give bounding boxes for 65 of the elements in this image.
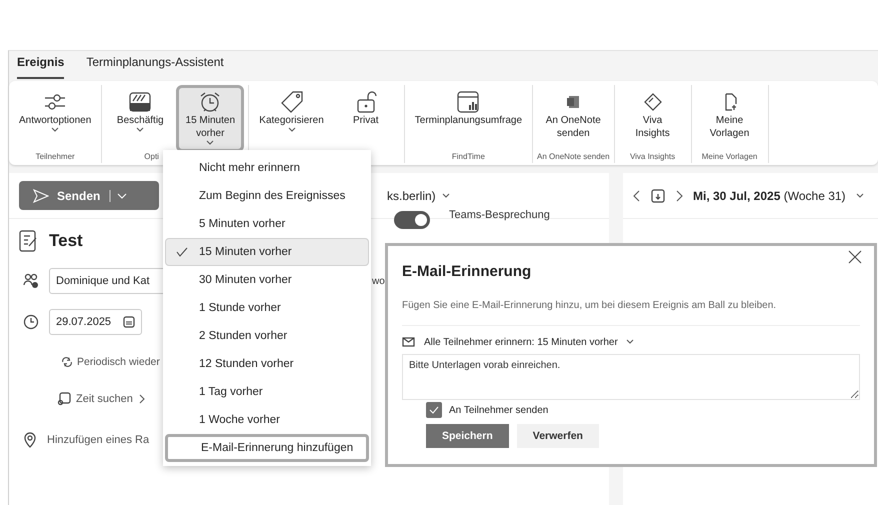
menu-item[interactable]: 12 Stunden vorher	[165, 350, 369, 378]
group-label: Teilnehmer	[36, 152, 75, 163]
discard-button[interactable]: Verwerfen	[516, 424, 599, 448]
menu-item[interactable]: 1 Stunde vorher	[165, 294, 369, 322]
previous-icon[interactable]	[633, 190, 641, 202]
mail-icon	[402, 336, 416, 348]
checkbox-label: An Teilnehmer senden	[449, 404, 548, 416]
caret-icon	[626, 339, 634, 345]
calendar-chart-icon	[455, 90, 482, 114]
ribbon-button[interactable]: 15 Minuten vorher	[176, 85, 244, 152]
toggle[interactable]	[394, 211, 430, 229]
location-field[interactable]: Hinzufügen eines Ra	[47, 434, 150, 446]
chevron-icon	[138, 394, 146, 404]
menu-item[interactable]: 2 Stunden vorher	[165, 322, 369, 350]
calendar-icon[interactable]	[651, 188, 665, 202]
field-text: wo	[372, 276, 385, 286]
notes-icon	[17, 229, 39, 253]
menu-item[interactable]: Zum Beginn des Ereignisses	[165, 182, 369, 210]
group-label: FindTime	[452, 152, 485, 163]
find-time-link[interactable]: Zeit suchen	[57, 392, 146, 406]
send-icon	[33, 188, 49, 202]
calendar-icon	[123, 316, 136, 328]
message-field[interactable]: Bitte Unterlagen vorab einreichen.	[402, 354, 860, 400]
dialog-title: E-Mail-Erinnerung	[402, 262, 532, 282]
dialog-description: Fügen Sie eine E-Mail-Erinnerung hinzu, um bei diesem Ereignis am Ball zu bleiben.	[402, 300, 860, 326]
event-title[interactable]: Test	[49, 231, 83, 251]
check-icon	[176, 247, 188, 257]
ribbon-button[interactable]: Terminplanungsumfrage	[408, 85, 528, 152]
date-field[interactable]: 29.07.2025	[49, 309, 142, 335]
menu-item[interactable]: 15 Minuten vorher	[165, 238, 369, 266]
send-button[interactable]: Senden	[19, 181, 159, 210]
check-icon	[429, 406, 439, 414]
group-label: An OneNote senden	[537, 152, 610, 163]
group-label: Meine Vorlagen	[702, 152, 758, 163]
ribbon-button[interactable]: An OneNote senden	[539, 85, 608, 152]
menu-item[interactable]: 30 Minuten vorher	[165, 266, 369, 294]
menu-item[interactable]: 5 Minuten vorher	[165, 210, 369, 238]
status-icon	[127, 90, 154, 114]
add-people-icon	[23, 273, 39, 289]
group-label: Viva Insights	[630, 152, 676, 163]
menu-item[interactable]: 1 Tag vorher	[165, 378, 369, 406]
ribbon-button[interactable]: Antwortoptionen	[13, 85, 98, 152]
recurrence-link[interactable]: Periodisch wieder	[61, 356, 160, 368]
tab[interactable]: Terminplanungs-Assistent	[86, 55, 224, 79]
remind-dropdown[interactable]: Alle Teilnehmer erinnern: 15 Minuten vorher	[402, 336, 860, 348]
caret-icon	[442, 192, 450, 198]
menu-item[interactable]: 1 Woche vorher	[165, 406, 369, 434]
calendar-date[interactable]: Mi, 30 Jul, 2025 (Woche 31)	[693, 188, 846, 202]
ribbon-button[interactable]: Viva Insights	[618, 85, 687, 152]
caret-icon	[856, 192, 864, 198]
checkbox[interactable]	[426, 402, 442, 418]
clock-icon	[23, 314, 39, 330]
group-label: Opti	[143, 152, 159, 163]
search-calendar-icon	[57, 392, 71, 406]
tag-icon	[278, 90, 305, 114]
next-icon[interactable]	[675, 190, 683, 202]
menu-item[interactable]: E-Mail-Erinnerung hinzufügen	[165, 434, 369, 462]
ribbon-button[interactable]: Beschäftig	[106, 85, 174, 152]
tab[interactable]: Ereignis	[17, 55, 64, 79]
ribbon-button[interactable]: Meine Vorlagen	[696, 85, 764, 152]
location-icon	[23, 432, 37, 448]
save-button[interactable]: Speichern	[426, 424, 509, 448]
repeat-icon	[61, 356, 73, 368]
teams-label: Teams-Besprechung	[449, 209, 550, 221]
from-account[interactable]: ks.berlin)	[387, 188, 450, 202]
